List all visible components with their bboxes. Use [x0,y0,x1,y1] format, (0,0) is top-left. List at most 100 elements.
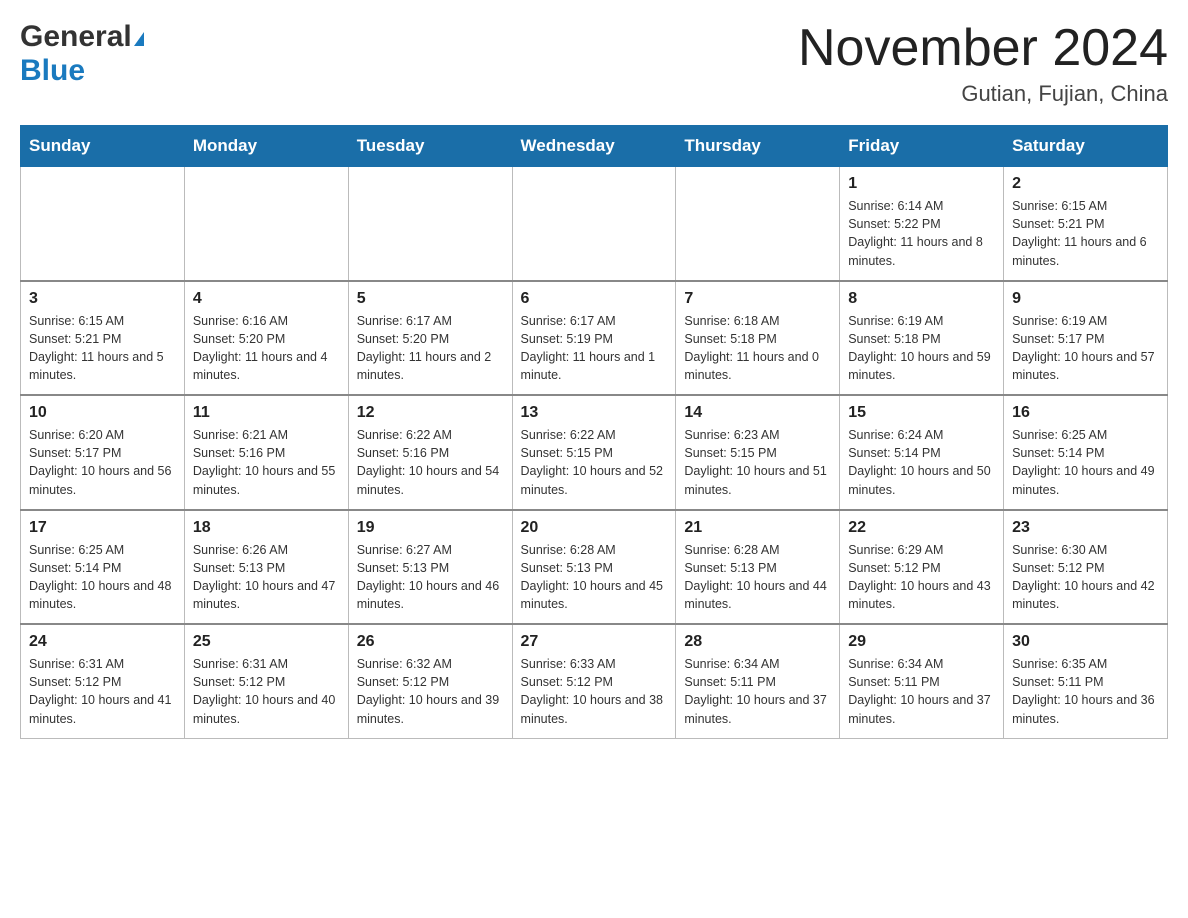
day-info: Sunrise: 6:19 AMSunset: 5:18 PMDaylight:… [848,312,995,385]
day-info: Sunrise: 6:17 AMSunset: 5:19 PMDaylight:… [521,312,668,385]
calendar-cell: 18 Sunrise: 6:26 AMSunset: 5:13 PMDayligh… [184,510,348,625]
day-info: Sunrise: 6:31 AMSunset: 5:12 PMDaylight:… [193,655,340,728]
day-info: Sunrise: 6:25 AMSunset: 5:14 PMDaylight:… [29,541,176,614]
calendar-cell: 27 Sunrise: 6:33 AMSunset: 5:12 PMDayligh… [512,624,676,738]
day-number: 1 [848,175,995,193]
logo-text-blue: Blue [20,54,85,88]
day-number: 28 [684,633,831,651]
day-info: Sunrise: 6:24 AMSunset: 5:14 PMDaylight:… [848,426,995,499]
day-info: Sunrise: 6:26 AMSunset: 5:13 PMDaylight:… [193,541,340,614]
day-info: Sunrise: 6:21 AMSunset: 5:16 PMDaylight:… [193,426,340,499]
day-info: Sunrise: 6:16 AMSunset: 5:20 PMDaylight:… [193,312,340,385]
calendar-week-row-5: 24 Sunrise: 6:31 AMSunset: 5:12 PMDayligh… [21,624,1168,738]
day-info: Sunrise: 6:17 AMSunset: 5:20 PMDaylight:… [357,312,504,385]
day-number: 17 [29,519,176,537]
calendar-cell: 30Sunrise: 6:35 AMSunset: 5:11 PMDayligh… [1004,624,1168,738]
day-info: Sunrise: 6:22 AMSunset: 5:16 PMDaylight:… [357,426,504,499]
day-number: 19 [357,519,504,537]
day-info: Sunrise: 6:23 AMSunset: 5:15 PMDaylight:… [684,426,831,499]
logo-triangle-icon [134,32,144,46]
day-info: Sunrise: 6:28 AMSunset: 5:13 PMDaylight:… [521,541,668,614]
calendar-cell: 17 Sunrise: 6:25 AMSunset: 5:14 PMDayligh… [21,510,185,625]
calendar-cell: 24Sunrise: 6:31 AMSunset: 5:12 PMDayligh… [21,624,185,738]
day-number: 22 [848,519,995,537]
calendar-cell: 7Sunrise: 6:18 AMSunset: 5:18 PMDaylight… [676,281,840,396]
calendar-cell: 6 Sunrise: 6:17 AMSunset: 5:19 PMDaylight… [512,281,676,396]
day-info: Sunrise: 6:15 AMSunset: 5:21 PMDaylight:… [1012,197,1159,270]
day-number: 12 [357,404,504,422]
day-number: 15 [848,404,995,422]
calendar-cell: 19 Sunrise: 6:27 AMSunset: 5:13 PMDayligh… [348,510,512,625]
day-number: 3 [29,290,176,308]
calendar-week-row-4: 17 Sunrise: 6:25 AMSunset: 5:14 PMDayligh… [21,510,1168,625]
day-info: Sunrise: 6:30 AMSunset: 5:12 PMDaylight:… [1012,541,1159,614]
day-number: 9 [1012,290,1159,308]
calendar-cell: 8 Sunrise: 6:19 AMSunset: 5:18 PMDaylight… [840,281,1004,396]
calendar-table: Sunday Monday Tuesday Wednesday Thursday… [20,125,1168,739]
calendar-cell: 4 Sunrise: 6:16 AMSunset: 5:20 PMDaylight… [184,281,348,396]
calendar-cell: 16Sunrise: 6:25 AMSunset: 5:14 PMDayligh… [1004,395,1168,510]
day-number: 27 [521,633,668,651]
day-number: 11 [193,404,340,422]
day-number: 24 [29,633,176,651]
calendar-cell [184,167,348,281]
day-number: 8 [848,290,995,308]
logo-general: General [20,20,132,53]
logo: General Blue [20,20,144,88]
calendar-cell: 3Sunrise: 6:15 AMSunset: 5:21 PMDaylight… [21,281,185,396]
month-title: November 2024 [798,20,1168,77]
calendar-cell: 21 Sunrise: 6:28 AMSunset: 5:13 PMDayligh… [676,510,840,625]
calendar-cell: 26 Sunrise: 6:32 AMSunset: 5:12 PMDayligh… [348,624,512,738]
calendar-cell: 13Sunrise: 6:22 AMSunset: 5:15 PMDayligh… [512,395,676,510]
day-number: 23 [1012,519,1159,537]
calendar-cell: 1 Sunrise: 6:14 AMSunset: 5:22 PMDaylight… [840,167,1004,281]
day-info: Sunrise: 6:34 AMSunset: 5:11 PMDaylight:… [684,655,831,728]
day-number: 21 [684,519,831,537]
calendar-cell: 15 Sunrise: 6:24 AMSunset: 5:14 PMDayligh… [840,395,1004,510]
day-number: 20 [521,519,668,537]
day-number: 29 [848,633,995,651]
day-number: 2 [1012,175,1159,193]
day-info: Sunrise: 6:33 AMSunset: 5:12 PMDaylight:… [521,655,668,728]
calendar-cell: 28 Sunrise: 6:34 AMSunset: 5:11 PMDayligh… [676,624,840,738]
header-saturday: Saturday [1004,126,1168,167]
calendar-cell: 9 Sunrise: 6:19 AMSunset: 5:17 PMDaylight… [1004,281,1168,396]
header-tuesday: Tuesday [348,126,512,167]
day-number: 14 [684,404,831,422]
header-thursday: Thursday [676,126,840,167]
day-number: 10 [29,404,176,422]
day-info: Sunrise: 6:34 AMSunset: 5:11 PMDaylight:… [848,655,995,728]
day-number: 5 [357,290,504,308]
day-info: Sunrise: 6:22 AMSunset: 5:15 PMDaylight:… [521,426,668,499]
calendar-cell: 29 Sunrise: 6:34 AMSunset: 5:11 PMDayligh… [840,624,1004,738]
logo-blue: Blue [20,54,85,87]
header-monday: Monday [184,126,348,167]
header-wednesday: Wednesday [512,126,676,167]
calendar-cell: 12 Sunrise: 6:22 AMSunset: 5:16 PMDayligh… [348,395,512,510]
day-number: 30 [1012,633,1159,651]
day-info: Sunrise: 6:27 AMSunset: 5:13 PMDaylight:… [357,541,504,614]
day-info: Sunrise: 6:29 AMSunset: 5:12 PMDaylight:… [848,541,995,614]
calendar-cell: 23 Sunrise: 6:30 AMSunset: 5:12 PMDayligh… [1004,510,1168,625]
day-info: Sunrise: 6:25 AMSunset: 5:14 PMDaylight:… [1012,426,1159,499]
calendar-cell: 22 Sunrise: 6:29 AMSunset: 5:12 PMDayligh… [840,510,1004,625]
calendar-cell: 11 Sunrise: 6:21 AMSunset: 5:16 PMDayligh… [184,395,348,510]
day-info: Sunrise: 6:32 AMSunset: 5:12 PMDaylight:… [357,655,504,728]
day-number: 6 [521,290,668,308]
day-info: Sunrise: 6:19 AMSunset: 5:17 PMDaylight:… [1012,312,1159,385]
day-info: Sunrise: 6:14 AMSunset: 5:22 PMDaylight:… [848,197,995,270]
calendar-week-row-3: 10Sunrise: 6:20 AMSunset: 5:17 PMDayligh… [21,395,1168,510]
calendar-cell: 5 Sunrise: 6:17 AMSunset: 5:20 PMDaylight… [348,281,512,396]
day-number: 18 [193,519,340,537]
calendar-cell [348,167,512,281]
day-number: 26 [357,633,504,651]
calendar-cell: 14 Sunrise: 6:23 AMSunset: 5:15 PMDayligh… [676,395,840,510]
day-number: 4 [193,290,340,308]
calendar-cell [676,167,840,281]
day-info: Sunrise: 6:28 AMSunset: 5:13 PMDaylight:… [684,541,831,614]
page-header: General Blue November 2024 Gutian, Fujia… [20,20,1168,107]
day-number: 25 [193,633,340,651]
calendar-cell: 20 Sunrise: 6:28 AMSunset: 5:13 PMDayligh… [512,510,676,625]
calendar-week-row-2: 3Sunrise: 6:15 AMSunset: 5:21 PMDaylight… [21,281,1168,396]
calendar-cell: 2 Sunrise: 6:15 AMSunset: 5:21 PMDaylight… [1004,167,1168,281]
